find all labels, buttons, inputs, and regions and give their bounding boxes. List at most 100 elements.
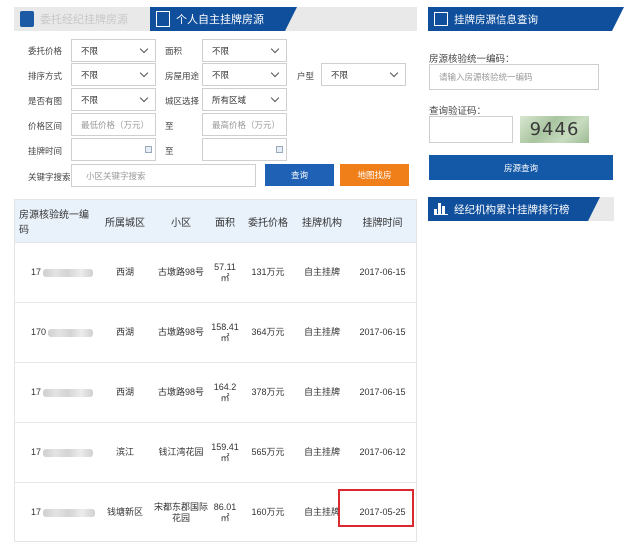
house-search-icon (156, 11, 170, 27)
table-row[interactable]: 170 西湖 古墩路98号 158.41 ㎡ 364万元 自主挂牌 2017-06… (15, 302, 416, 362)
tab-label: 个人自主挂牌房源 (176, 14, 264, 26)
header-date: 挂牌时间 (362, 217, 403, 229)
price-cell: 378万元 (251, 387, 285, 397)
price-range-label: 价格区间 (28, 121, 63, 131)
header-agency: 挂牌机构 (302, 217, 342, 229)
district-cell: 钱塘新区 (106, 507, 143, 517)
agency-cell: 自主挂牌 (303, 327, 340, 337)
area-label: 面积 (165, 46, 183, 56)
commission-price-select[interactable]: 不限 (71, 39, 156, 62)
house-search-icon (434, 12, 448, 26)
captcha-image[interactable]: 9446 (520, 116, 589, 143)
select-value: 不限 (81, 69, 99, 80)
community-cell: 古墩路98号 (157, 267, 204, 277)
sort-select[interactable]: 不限 (71, 63, 156, 86)
house-search-icon (20, 11, 34, 27)
area-unit: ㎡ (220, 392, 230, 403)
list-time-end-input[interactable] (202, 138, 287, 161)
select-value: 不限 (212, 45, 230, 56)
header-district: 所属城区 (105, 217, 145, 229)
price-min-input[interactable]: 最低价格（万元） (71, 113, 156, 136)
price-cell: 131万元 (251, 267, 285, 277)
to-label: 至 (165, 121, 174, 131)
district-cell: 西湖 (115, 267, 134, 277)
captcha-input[interactable] (429, 116, 513, 143)
area-value: 86.01 (213, 501, 237, 512)
listing-query-button[interactable]: 房源查询 (429, 155, 613, 180)
community-cell: 钱江湾花园 (158, 447, 204, 457)
agency-cell: 自主挂牌 (303, 447, 340, 457)
agency-cell: 自主挂牌 (303, 267, 340, 277)
district-cell: 西湖 (115, 327, 134, 337)
search-button[interactable]: 查询 (265, 164, 334, 186)
district-select[interactable]: 所有区域 (202, 88, 287, 111)
query-title-text: 挂牌房源信息查询 (454, 13, 538, 26)
community-cell: 宋都东郡国际花园 (153, 501, 208, 523)
ranking-title-text: 经纪机构累计挂牌排行榜 (454, 203, 570, 216)
date-cell: 2017-06-15 (359, 267, 406, 277)
input-placeholder: 最高价格（万元） (212, 119, 281, 130)
redacted-code (43, 508, 96, 517)
redacted-code (43, 388, 94, 397)
list-time-label: 挂牌时间 (28, 146, 63, 156)
tab-agency-listings[interactable]: 委托经纪挂牌房源 (14, 7, 150, 31)
header-price: 委托价格 (248, 217, 288, 229)
select-value: 不限 (212, 69, 230, 80)
area-cell: 158.41 ㎡ (209, 322, 241, 344)
map-search-button[interactable]: 地图找房 (340, 164, 409, 186)
calendar-icon[interactable] (145, 146, 152, 153)
select-value: 不限 (331, 69, 349, 80)
listing-tabs: 委托经纪挂牌房源 个人自主挂牌房源 (14, 7, 417, 31)
price-cell: 565万元 (251, 447, 285, 457)
chevron-down-icon (270, 68, 280, 78)
calendar-icon[interactable] (276, 146, 283, 153)
usage-label: 房屋用途 (165, 71, 200, 81)
keyword-label: 关键字搜索 (28, 172, 71, 182)
listing-code: 17 (31, 507, 42, 517)
date-highlight-box (338, 489, 414, 527)
area-cell: 57.11 ㎡ (209, 262, 241, 284)
date-cell: 2017-06-15 (359, 327, 406, 337)
area-unit: ㎡ (220, 332, 230, 343)
date-cell: 2017-06-12 (359, 447, 406, 457)
select-value: 不限 (81, 45, 99, 56)
price-max-input[interactable]: 最高价格（万元） (202, 113, 287, 136)
listing-code: 170 (31, 327, 47, 337)
district-label: 城区选择 (165, 96, 200, 106)
captcha-label: 查询验证码： (429, 106, 487, 117)
table-row[interactable]: 17 西湖 古墩路98号 164.2 ㎡ 378万元 自主挂牌 2017-06-1… (15, 362, 416, 422)
sort-label: 排序方式 (28, 71, 63, 81)
chevron-down-icon (139, 93, 149, 103)
area-select[interactable]: 不限 (202, 39, 287, 62)
commission-price-label: 委托价格 (28, 46, 63, 56)
table-row[interactable]: 17 滨江 钱江湾花园 159.41 ㎡ 565万元 自主挂牌 2017-06-1… (15, 422, 416, 482)
code-input[interactable]: 请输入房源核验统一编码 (429, 64, 599, 90)
area-unit: ㎡ (220, 272, 230, 283)
code-label: 房源核验统一编码： (429, 54, 515, 65)
input-placeholder: 小区关键字搜索 (86, 170, 146, 181)
chevron-down-icon (139, 44, 149, 54)
date-cell: 2017-06-15 (359, 387, 406, 397)
tab-private-listings[interactable]: 个人自主挂牌房源 (150, 7, 297, 31)
price-cell: 160万元 (251, 507, 285, 517)
header-community: 小区 (171, 217, 191, 229)
area-unit: ㎡ (220, 512, 230, 523)
area-cell: 86.01 ㎡ (209, 502, 241, 524)
has-image-select[interactable]: 不限 (71, 88, 156, 111)
chevron-down-icon (139, 68, 149, 78)
header-area: 面积 (215, 217, 235, 229)
keyword-input[interactable]: 小区关键字搜索 (71, 164, 256, 187)
bar-chart-icon (434, 203, 448, 215)
list-time-start-input[interactable] (71, 138, 156, 161)
input-placeholder: 最低价格（万元） (81, 119, 150, 130)
has-image-label: 是否有图 (28, 96, 63, 106)
area-value: 164.2 (213, 381, 237, 392)
usage-select[interactable]: 不限 (202, 63, 287, 86)
layout-select[interactable]: 不限 (321, 63, 406, 86)
table-row[interactable]: 17 西湖 古墩路98号 57.11 ㎡ 131万元 自主挂牌 2017-06-1… (15, 242, 416, 302)
redacted-code (48, 328, 94, 337)
community-cell: 古墩路98号 (157, 327, 204, 337)
select-value: 所有区域 (212, 94, 247, 105)
listing-code: 17 (31, 447, 42, 457)
district-cell: 滨江 (115, 447, 134, 457)
